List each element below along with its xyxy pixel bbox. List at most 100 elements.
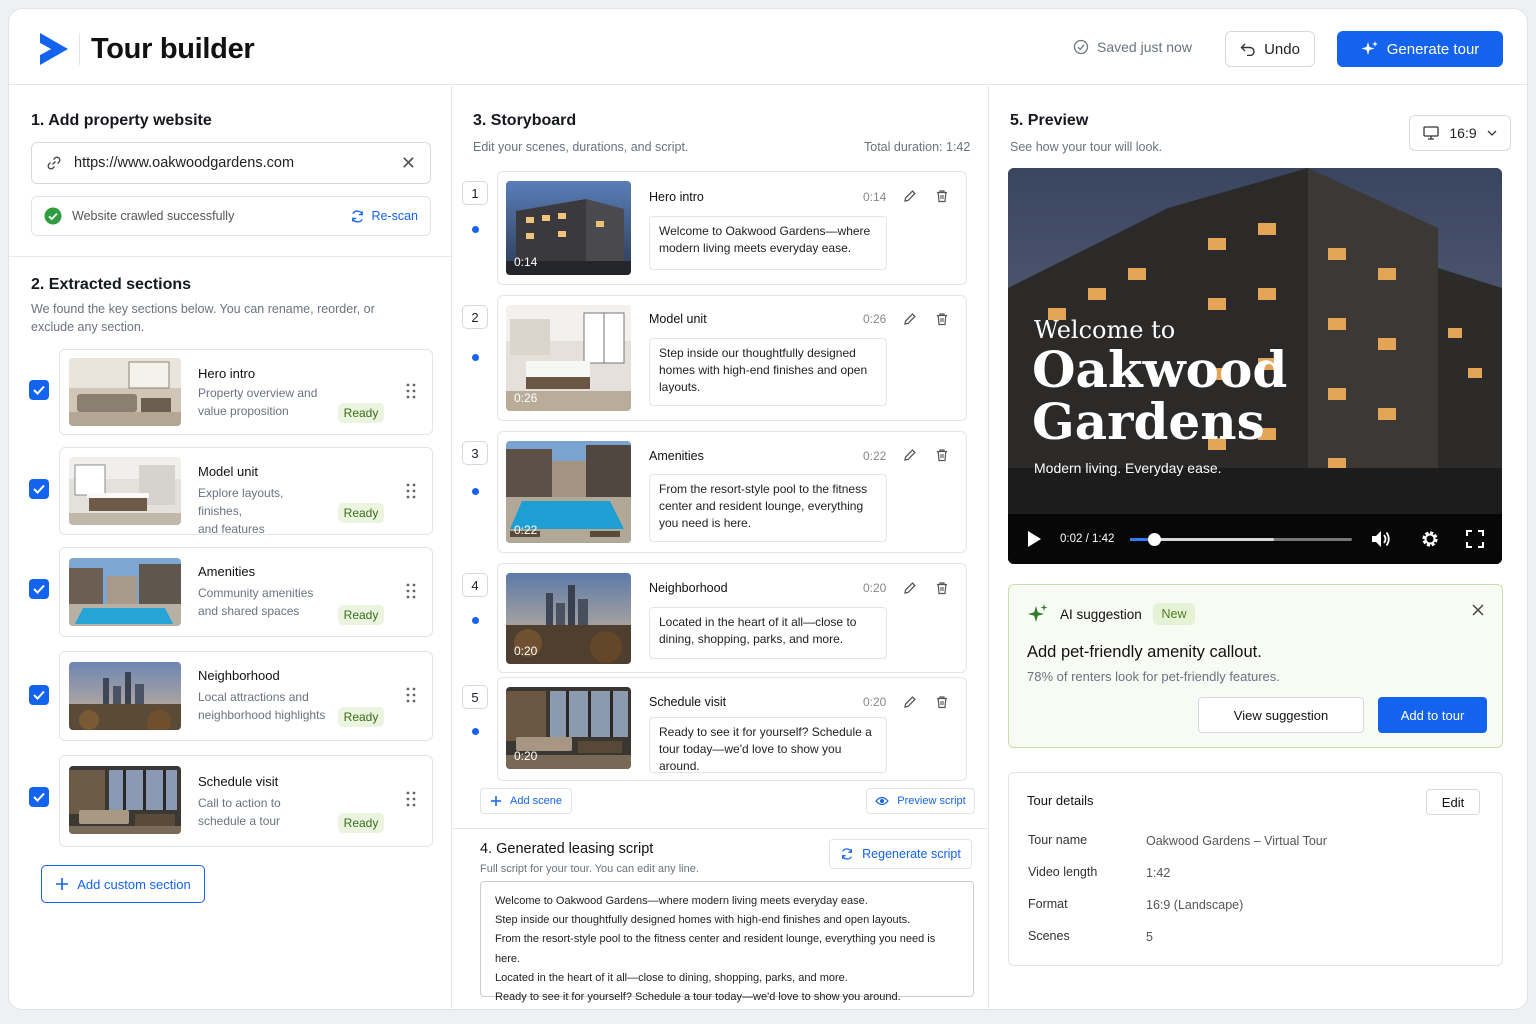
thumbnail-duration: 0:14 [514,255,538,269]
section-divider [9,256,452,257]
section-description: Call to action to schedule a tour [198,796,281,828]
trash-icon[interactable] [935,581,949,595]
refresh-icon [352,209,364,223]
drag-handle-icon[interactable] [406,383,416,399]
scene-card[interactable]: 0:20 Schedule visit 0:20 Ready to see it… [497,677,967,781]
section-card[interactable]: Neighborhood Local attractions and neighb… [59,651,433,741]
settings-gear-icon[interactable] [1420,529,1440,549]
scene-script-field[interactable]: Ready to see it for yourself? Schedule a… [649,717,887,773]
edit-pencil-icon[interactable] [903,695,917,709]
scene-card[interactable]: 0:14 Hero intro 0:14 Welcome to Oakwood … [497,171,967,285]
scene-card[interactable]: 0:22 Amenities 0:22 From the resort-styl… [497,431,967,553]
scene-script-field[interactable]: Welcome to Oakwood Gardens—where modern … [649,216,887,270]
trash-icon[interactable] [935,695,949,709]
link-icon [47,156,61,170]
pool-thumbnail [69,558,181,626]
scene-duration[interactable]: 0:14 [863,190,886,204]
section-checkbox[interactable] [29,479,49,499]
scene-duration[interactable]: 0:20 [863,695,886,709]
section-name: Hero intro [198,366,256,381]
rescan-button[interactable]: Re-scan [350,209,418,224]
edit-pencil-icon[interactable] [903,448,917,462]
generate-tour-label: Generate tour [1386,40,1480,58]
add-to-tour-button[interactable]: Add to tour [1378,697,1487,733]
section-card[interactable]: Schedule visit Call to action to schedule… [59,755,433,847]
section-card[interactable]: Hero intro Property overview and value pr… [59,349,433,435]
scene-script-field[interactable]: Step inside our thoughtfully designed ho… [649,338,887,406]
section-row-schedule-visit: Schedule visit Call to action to schedule… [29,755,433,847]
edit-pencil-icon[interactable] [903,189,917,203]
status-badge: Ready [338,813,384,833]
regenerate-script-button[interactable]: Regenerate script [829,839,972,869]
drag-handle-icon[interactable] [406,791,416,807]
scene-card[interactable]: 0:26 Model unit 0:26 Step inside our tho… [497,295,967,421]
total-duration: Total duration: 1:42 [864,140,971,154]
thumbnail-duration: 0:20 [514,749,538,763]
saved-text: Saved just now [1097,39,1192,55]
scene-script-field[interactable]: From the resort-style pool to the fitnes… [649,474,887,542]
detail-value: 16:9 (Landscape) [1146,898,1244,912]
section-card[interactable]: Amenities Community amenities and shared … [59,547,433,637]
edit-details-button[interactable]: Edit [1426,789,1480,815]
scene-script-field[interactable]: Located in the heart of it all—close to … [649,607,887,659]
scene-duration[interactable]: 0:20 [863,581,886,595]
scene-card[interactable]: 0:20 Neighborhood 0:20 Located in the he… [497,563,967,673]
scene-number: 2 [462,305,488,329]
add-custom-section-button[interactable]: Add custom section [41,865,205,903]
video-time: 0:02 / 1:42 [1060,533,1115,545]
clear-url-icon[interactable]: ✕ [401,153,416,174]
section-checkbox[interactable] [29,787,49,807]
scene-duration[interactable]: 0:26 [863,312,886,326]
undo-button[interactable]: Undo [1225,31,1315,67]
add-scene-button[interactable]: Add scene [480,788,572,814]
regenerate-script-label: Regenerate script [862,847,961,861]
section-name: Model unit [198,464,258,479]
tour-details-card: Tour details Edit Tour name Oakwood Gard… [1008,772,1503,966]
close-icon[interactable] [1471,603,1485,617]
section-checkbox[interactable] [29,579,49,599]
video-scrubber-handle[interactable] [1148,533,1162,546]
trash-icon[interactable] [935,312,949,326]
fullscreen-icon[interactable] [1466,530,1484,548]
preview-script-button[interactable]: Preview script [866,788,975,814]
eye-icon [875,796,890,806]
view-suggestion-button[interactable]: View suggestion [1198,697,1364,733]
scene-number: 4 [462,573,488,597]
website-url-input[interactable]: https://www.oakwoodgardens.com ✕ [31,142,431,184]
volume-icon[interactable] [1370,529,1392,549]
check-circle-icon [1073,39,1089,55]
extracted-sections-subtitle: We found the key sections below. You can… [31,302,375,334]
section-card[interactable]: Model unit Explore layouts, finishes, and… [59,447,433,536]
section-row-hero-intro: Hero intro Property overview and value pr… [29,349,433,435]
scene-title: Hero intro [649,190,704,204]
play-icon[interactable] [1026,530,1042,548]
generate-tour-button[interactable]: Generate tour [1337,31,1503,67]
scene-duration[interactable]: 0:22 [863,449,886,463]
section-checkbox[interactable] [29,380,49,400]
section-name: Neighborhood [198,668,280,683]
scene-row: 3 0:22 Amenities 0:22 From the resort-st… [462,431,967,553]
drag-handle-icon[interactable] [406,483,416,499]
scene-row: 2 0:26 Model unit 0:26 Step inside our t… [462,295,967,421]
section-description: Explore layouts, finishes, and features [198,486,284,536]
video-progress-bar[interactable] [1130,533,1352,546]
edit-pencil-icon[interactable] [903,312,917,326]
aspect-ratio-select[interactable]: 16:9 [1409,115,1511,151]
edit-pencil-icon[interactable] [903,581,917,595]
sections-column: 1. Add property website https://www.oakw… [9,86,452,1009]
chevron-down-icon [1487,130,1497,136]
leasing-script-textarea[interactable]: Welcome to Oakwood Gardens—where modern … [480,881,974,1003]
thumbnail-duration: 0:26 [514,391,538,405]
website-heading: 1. Add property website [31,112,212,129]
status-badge: Ready [338,503,384,523]
trash-icon[interactable] [935,189,949,203]
section-checkbox[interactable] [29,685,49,705]
scene-thumbnail-building: 0:14 [506,181,631,275]
preview-heading: 5. Preview [1010,112,1089,129]
status-badge: Ready [338,403,384,423]
video-player[interactable]: Welcome to Oakwood Gardens Modern living.… [1008,168,1502,564]
drag-handle-icon[interactable] [406,583,416,599]
living-room-thumbnail [69,358,181,426]
drag-handle-icon[interactable] [406,687,416,703]
trash-icon[interactable] [935,448,949,462]
